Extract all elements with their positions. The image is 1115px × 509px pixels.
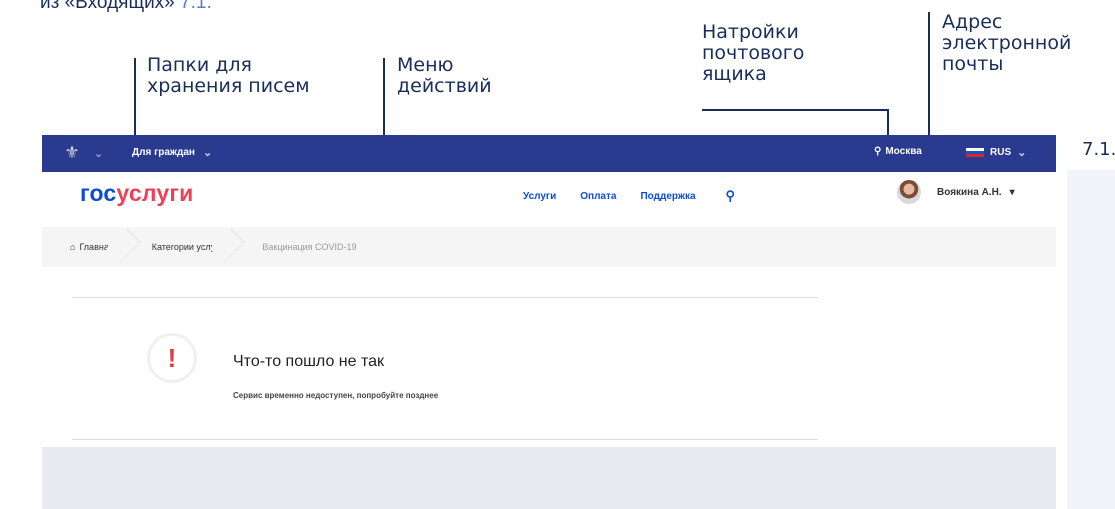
callout-address-line [928, 12, 930, 135]
breadcrumb-current: Вакцинация COVID-19 [262, 242, 357, 252]
breadcrumb: ⌂ Главная Категории услуг Вакцинация COVI… [42, 227, 1056, 267]
top-bar: ⚜ ⌄ Для граждан ⌄ ⚲ Москва RUS ⌄ [42, 135, 1056, 172]
chevron-down-icon[interactable]: ⌄ [94, 147, 103, 160]
callout-settings-hline [702, 109, 888, 111]
callout-address: Адрес электронной почты [942, 11, 1072, 75]
user-name: Воякина А.Н. [937, 187, 1002, 198]
location-pin-icon: ⚲ [874, 146, 882, 157]
location-selector[interactable]: ⚲ Москва [874, 146, 922, 157]
error-panel: ! Что-то пошло не так Сервис временно не… [42, 267, 1056, 447]
caret-down-icon: ▾ [1009, 187, 1015, 198]
emblem-icon[interactable]: ⚜ [61, 143, 83, 163]
main-nav: госуслуги Услуги Оплата Поддержка ⚲ Вояк… [42, 172, 1056, 227]
callout-actions: Меню действий [397, 54, 492, 97]
avatar[interactable] [897, 180, 921, 204]
logo-part-2: услуги [116, 180, 194, 206]
error-icon-circle: ! [147, 333, 197, 383]
language-label: RUS [990, 147, 1012, 158]
breadcrumb-home[interactable]: ⌂ Главная [42, 227, 132, 267]
citizens-menu[interactable]: Для граждан ⌄ [132, 146, 212, 159]
flag-icon [966, 148, 984, 157]
breadcrumb-home-label: Главная [79, 242, 114, 252]
caption-ref: 7.1. [180, 0, 212, 13]
gosuslugi-logo[interactable]: госуслуги [80, 180, 193, 207]
nav-links: Услуги Оплата Поддержка ⚲ [523, 188, 735, 204]
logo-part-1: гос [80, 180, 117, 206]
footer-area [42, 447, 1056, 509]
search-icon[interactable]: ⚲ [726, 188, 736, 204]
nav-link-payment[interactable]: Оплата [580, 191, 616, 202]
chevron-down-icon: ⌄ [1017, 147, 1027, 159]
divider [72, 297, 818, 298]
callout-settings: Натройки почтового ящика [702, 21, 805, 85]
error-message: Сервис временно недоступен, попробуйте п… [233, 391, 439, 400]
margin-strip [1067, 170, 1115, 509]
figure-label: 7.1. [1082, 139, 1115, 160]
home-icon: ⌂ [70, 242, 76, 252]
nav-link-services[interactable]: Услуги [523, 191, 556, 202]
citizens-label: Для граждан [132, 147, 195, 158]
exclamation-icon: ! [167, 342, 177, 373]
divider [72, 439, 818, 440]
nav-link-support[interactable]: Поддержка [640, 191, 695, 202]
callout-folders: Папки для хранения писем [147, 54, 310, 97]
error-title: Что-то пошло не так [233, 353, 385, 370]
callout-settings-vline [887, 109, 889, 135]
location-label: Москва [885, 146, 922, 157]
chevron-down-icon: ⌄ [202, 147, 213, 159]
language-selector[interactable]: RUS ⌄ [966, 146, 1026, 159]
gosuslugi-screenshot: ⚜ ⌄ Для граждан ⌄ ⚲ Москва RUS ⌄ госуслу… [42, 135, 1056, 509]
breadcrumb-categories[interactable]: Категории услуг [132, 227, 237, 267]
caption-text: из «Входящих» [40, 0, 181, 13]
page-caption: из «Входящих» 7.1. [40, 0, 212, 14]
user-menu[interactable]: Воякина А.Н. ▾ [937, 187, 1015, 198]
